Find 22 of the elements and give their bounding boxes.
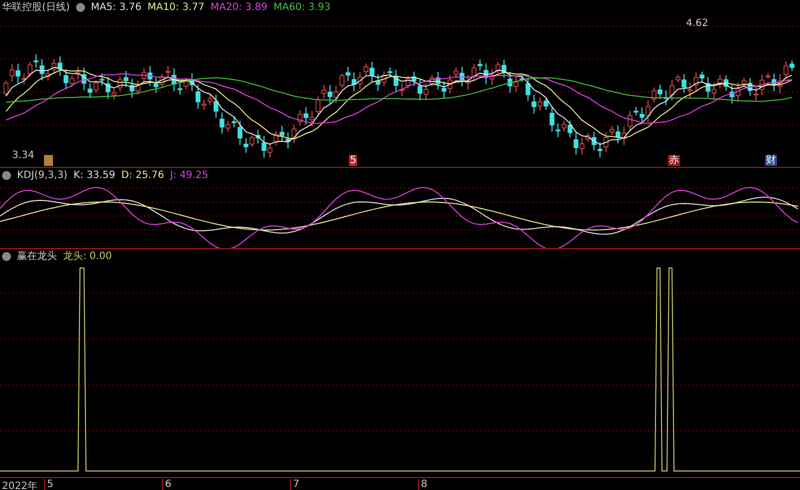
low-price-label: 3.34: [12, 150, 34, 161]
indicator-title: KDJ(9,3,3): [17, 170, 68, 180]
ma-legend-label: MA10: 3.77: [147, 2, 204, 12]
event-tag[interactable]: 财: [765, 155, 777, 166]
month-label: 5: [44, 479, 54, 490]
month-label: 6: [162, 479, 172, 490]
event-tag[interactable]: 5: [349, 155, 358, 166]
signal-value-label: 龙头: 0.00: [63, 250, 112, 263]
kdj-value-label: K: 33.59: [73, 170, 116, 180]
month-label: 8: [418, 479, 428, 490]
kdj-value-label: D: 25.76: [121, 170, 164, 180]
ma-legend-label: MA20: 3.89: [210, 2, 268, 12]
indicator-title: 赢在龙头: [17, 250, 57, 263]
ma-legend-label: MA60: 3.93: [274, 2, 331, 12]
year-label: 2022年: [2, 480, 38, 490]
event-marker-icon: [44, 155, 53, 166]
high-price-label: 4.62: [686, 18, 708, 29]
month-label: 7: [290, 479, 300, 490]
event-tag[interactable]: 赤: [668, 155, 680, 166]
stock-title: 华联控股(日线): [2, 0, 70, 14]
kdj-value-label: J: 49.25: [170, 170, 208, 180]
ma-legend-label: MA5: 3.76: [90, 2, 142, 12]
